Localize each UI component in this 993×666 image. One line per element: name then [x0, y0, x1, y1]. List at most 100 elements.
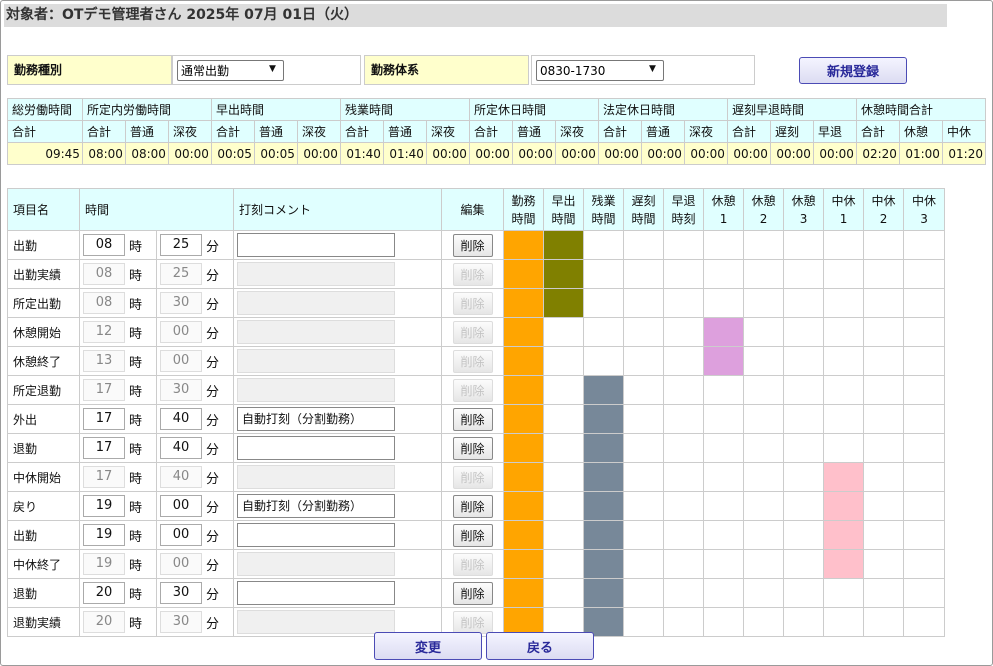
summary-value: 00:05: [210, 142, 255, 165]
time-bar-segment: [824, 521, 863, 549]
comment-input[interactable]: [237, 523, 396, 547]
time-bar-segment: [544, 231, 583, 259]
bar-cell: [783, 346, 825, 376]
delete-button: 削除: [452, 465, 493, 489]
bar-column-header: 中休 3: [903, 188, 946, 231]
minute-unit: 分: [206, 297, 220, 313]
time-bar-segment: [584, 463, 623, 491]
summary-subheader: 早退: [812, 120, 857, 143]
summary-group-header: 残業時間: [339, 98, 470, 121]
bar-cell: [543, 520, 585, 550]
minute-input[interactable]: 00: [160, 524, 202, 546]
bar-cell: [623, 578, 665, 608]
minute-input[interactable]: 40: [160, 408, 202, 430]
summary-group-header: 遅刻早退時間: [726, 98, 857, 121]
hour-input: 12: [83, 321, 125, 343]
summary-value: 01:40: [382, 142, 427, 165]
time-bar-segment: [504, 463, 543, 491]
summary-subheader: 合計: [726, 120, 771, 143]
minute-input[interactable]: 25: [160, 234, 202, 256]
kinmu-taikei-select[interactable]: 0830-1730: [536, 60, 664, 81]
bar-cell: [583, 375, 625, 405]
delete-button[interactable]: 削除: [452, 494, 493, 518]
hour-cell: 19 時: [79, 491, 157, 521]
bar-cell: [783, 404, 825, 434]
bar-cell: [703, 462, 745, 492]
minute-input[interactable]: 40: [160, 437, 202, 459]
bar-cell: [703, 375, 745, 405]
bar-cell: [903, 404, 946, 434]
comment-input[interactable]: [237, 581, 396, 605]
bar-cell: [583, 578, 625, 608]
hour-input[interactable]: 20: [83, 582, 125, 604]
delete-button[interactable]: 削除: [452, 407, 493, 431]
bar-cell: [623, 259, 665, 289]
bar-cell: [663, 433, 705, 463]
comment-input[interactable]: 自動打刻（分割勤務）: [237, 407, 396, 431]
bar-cell: [583, 346, 625, 376]
comment-cell: [233, 520, 443, 550]
minute-input[interactable]: 00: [160, 495, 202, 517]
kinmu-shubetsu-select[interactable]: 通常出勤: [177, 60, 284, 81]
hour-input[interactable]: 19: [83, 524, 125, 546]
bar-column-header-line1: 遅刻: [631, 193, 656, 208]
table-row: 出勤実績 08 時 25 分削除: [7, 259, 946, 289]
summary-subheader: 遅刻: [769, 120, 814, 143]
table-row: 所定退勤 17 時 30 分削除: [7, 375, 946, 405]
comment-input[interactable]: [237, 436, 396, 460]
summary-value: 00:00: [812, 142, 857, 165]
bar-cell: [743, 404, 785, 434]
time-bar-segment: [504, 521, 543, 549]
summary-subheader: 深夜: [167, 120, 212, 143]
hour-input[interactable]: 08: [83, 234, 125, 256]
bar-cell: [503, 491, 545, 521]
row-item-name: 所定退勤: [7, 375, 80, 405]
summary-group-header: 所定内労働時間: [81, 98, 212, 121]
delete-button[interactable]: 削除: [452, 436, 493, 460]
time-bar-segment: [544, 289, 583, 317]
hour-input[interactable]: 17: [83, 408, 125, 430]
delete-button: 削除: [452, 291, 493, 315]
hour-cell: 17 時: [79, 404, 157, 434]
minute-input[interactable]: 30: [160, 582, 202, 604]
summary-value: 00:00: [167, 142, 212, 165]
table-row: 中休終了 19 時 00 分削除: [7, 549, 946, 579]
bar-cell: [543, 288, 585, 318]
bar-cell: [623, 317, 665, 347]
summary-value: 08:00: [124, 142, 169, 165]
time-bar-segment: [584, 434, 623, 462]
bar-cell: [903, 520, 946, 550]
bar-cell: [863, 491, 905, 521]
row-item-name: 外出: [7, 404, 80, 434]
hour-unit: 時: [129, 413, 143, 429]
new-register-button[interactable]: 新規登録: [799, 57, 907, 84]
bar-cell: [503, 433, 545, 463]
bar-cell: [663, 375, 705, 405]
hour-unit: 時: [129, 587, 143, 603]
minute-unit: 分: [206, 384, 220, 400]
bar-cell: [703, 520, 745, 550]
table-row: 中休開始 17 時 40 分削除: [7, 462, 946, 492]
bar-cell: [703, 230, 745, 260]
bar-cell: [543, 230, 585, 260]
table-row: 退勤 17 時 40 分削除: [7, 433, 946, 463]
change-button[interactable]: 変更: [374, 632, 482, 660]
bar-cell: [863, 375, 905, 405]
delete-button[interactable]: 削除: [452, 233, 493, 257]
hour-input[interactable]: 19: [83, 495, 125, 517]
delete-button: 削除: [452, 262, 493, 286]
bar-cell: [663, 462, 705, 492]
comment-input[interactable]: 自動打刻（分割勤務）: [237, 494, 396, 518]
minute-cell: 30 分: [155, 375, 235, 405]
comment-input[interactable]: [237, 233, 396, 257]
bar-cell: [783, 288, 825, 318]
comment-input: [237, 552, 396, 576]
hour-input: 08: [83, 263, 125, 285]
delete-button[interactable]: 削除: [452, 581, 493, 605]
bar-cell: [663, 230, 705, 260]
hour-input[interactable]: 17: [83, 437, 125, 459]
summary-value: 00:00: [425, 142, 470, 165]
delete-button[interactable]: 削除: [452, 523, 493, 547]
edit-cell: 削除: [441, 404, 505, 434]
back-button[interactable]: 戻る: [486, 632, 594, 660]
